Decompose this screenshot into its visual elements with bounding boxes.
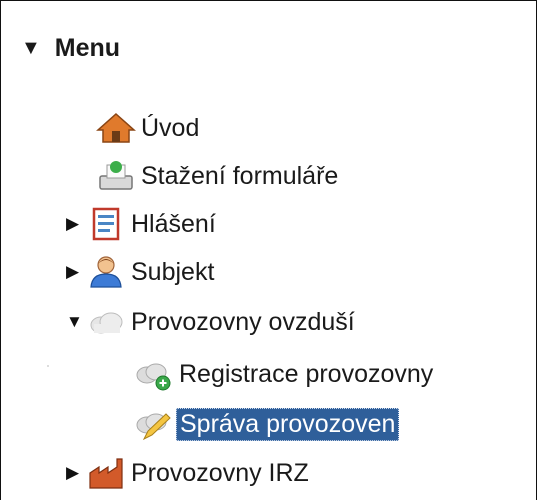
cloud-icon bbox=[86, 304, 126, 340]
tree-item-label-selected: Správa provozoven bbox=[176, 407, 400, 441]
menu-title: Menu bbox=[54, 33, 121, 62]
menu-header[interactable]: ▼ Menu bbox=[21, 31, 120, 65]
expand-arrow-icon[interactable]: ▶ bbox=[66, 463, 86, 483]
home-icon bbox=[96, 110, 136, 146]
tree-item-uvod[interactable]: Úvod bbox=[96, 108, 202, 148]
cloud-edit-icon bbox=[134, 406, 174, 442]
tree-item-provozovny-irz[interactable]: ▶ Provozovny IRZ bbox=[66, 453, 312, 493]
tree-item-sprava-provozoven[interactable]: Správa provozoven bbox=[134, 404, 400, 444]
tree-item-label: Hlášení bbox=[131, 209, 216, 238]
user-icon bbox=[86, 254, 126, 290]
tree-item-subjekt[interactable]: ▶ Subjekt bbox=[66, 252, 217, 292]
factory-icon bbox=[86, 455, 126, 491]
tree-item-label: Stažení formuláře bbox=[141, 161, 339, 190]
tree-item-label: Subjekt bbox=[131, 257, 215, 286]
collapse-arrow-icon[interactable]: ▼ bbox=[21, 38, 41, 58]
tree-item-label: Provozovny ovzduší bbox=[131, 307, 355, 336]
expand-arrow-icon[interactable]: ▶ bbox=[66, 262, 86, 282]
tree-item-registrace-provozovny[interactable]: Registrace provozovny bbox=[134, 354, 436, 394]
report-icon bbox=[86, 206, 126, 242]
tree-item-hlaseni[interactable]: ▶ Hlášení bbox=[66, 204, 219, 244]
download-icon bbox=[96, 158, 136, 194]
tree-guide-dot bbox=[47, 365, 49, 367]
tree-item-label: Úvod bbox=[141, 113, 200, 142]
cloud-add-icon bbox=[134, 356, 174, 392]
tree-item-label: Registrace provozovny bbox=[179, 359, 434, 388]
tree-item-stazeni-formulare[interactable]: Stažení formuláře bbox=[96, 156, 341, 196]
collapse-arrow-icon[interactable]: ▼ bbox=[66, 312, 86, 332]
expand-arrow-icon[interactable]: ▶ bbox=[66, 214, 86, 234]
tree-item-provozovny-ovzdusi[interactable]: ▼ Provozovny ovzduší bbox=[66, 302, 358, 342]
tree-item-label: Provozovny IRZ bbox=[131, 458, 309, 487]
menu-panel: ▼ Menu Úvod Stažení formuláře ▶ Hlášení … bbox=[0, 0, 537, 500]
